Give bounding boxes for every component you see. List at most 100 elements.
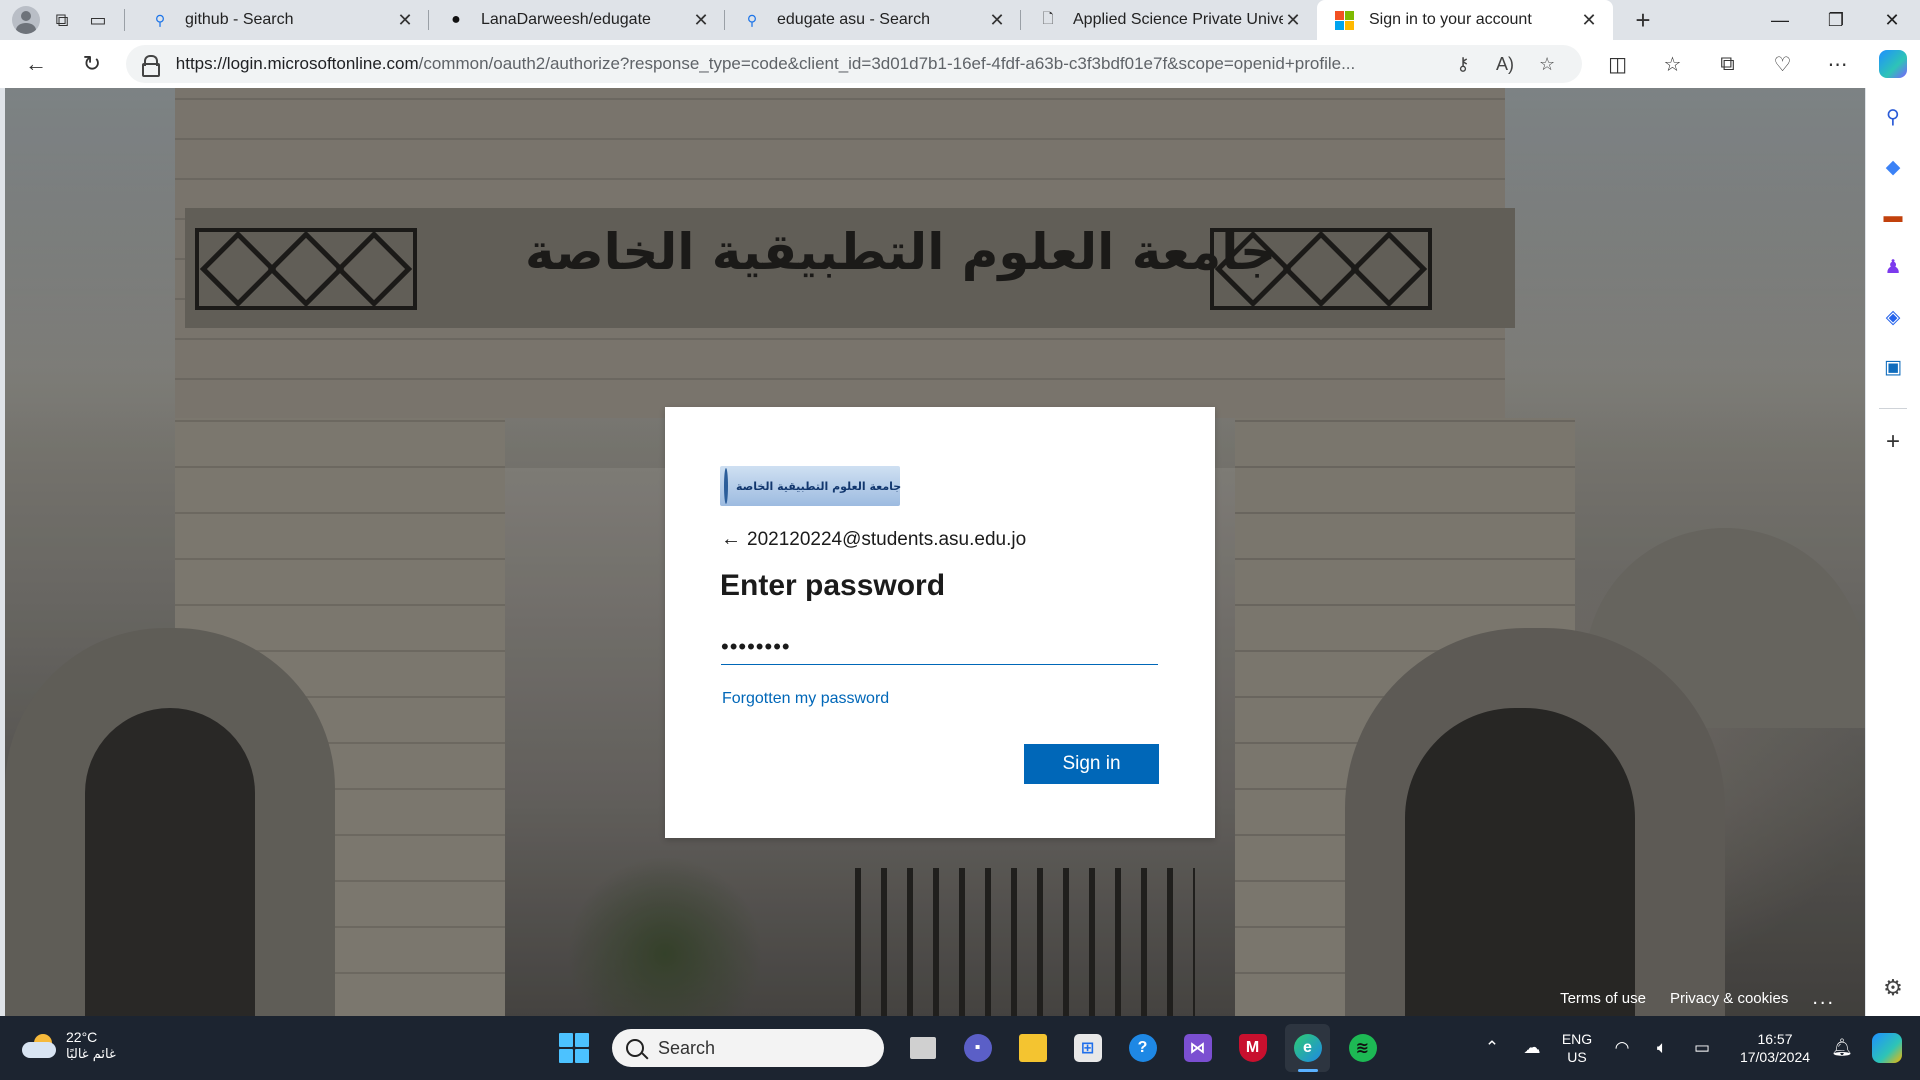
browser-toolbar: ← ↻ https://login.microsoftonline.com/co… [0, 40, 1920, 88]
settings-gear-icon[interactable]: ⚙ [1873, 968, 1913, 1008]
store-button[interactable]: ⊞ [1065, 1024, 1110, 1072]
date: 17/03/2024 [1739, 1049, 1811, 1065]
forgot-password-link[interactable]: Forgotten my password [722, 690, 889, 708]
file-explorer-button[interactable] [1010, 1024, 1055, 1072]
close-window-icon[interactable]: ✕ [1864, 0, 1920, 40]
browser-essentials-icon[interactable]: ♡ [1755, 46, 1810, 82]
close-tab-icon[interactable]: ✕ [691, 10, 711, 31]
onedrive-cloud-icon[interactable]: ☁ [1512, 1038, 1552, 1058]
task-view-icon [909, 1037, 936, 1059]
battery-icon[interactable]: ▭ [1682, 1038, 1722, 1058]
edge-icon: e [1293, 1034, 1322, 1062]
workspaces-icon[interactable]: ⧉ [44, 4, 80, 36]
wifi-icon[interactable]: ◠ [1602, 1038, 1642, 1058]
account-identity[interactable]: ← 202120224@students.asu.edu.jo [721, 528, 1026, 551]
close-tab-icon[interactable]: ✕ [1579, 10, 1599, 31]
notification-bell-icon[interactable]: 🔔︎ [1822, 1038, 1862, 1058]
github-icon: ● [451, 11, 461, 28]
minimize-icon[interactable]: — [1752, 0, 1808, 40]
edge-sidebar: ⚲ ◆ ▬ ♟ ◈ ▣ + ⚙ [1866, 88, 1920, 1016]
read-aloud-icon[interactable]: A) [1484, 54, 1526, 75]
url-text[interactable]: https://login.microsoftonline.com/common… [176, 54, 1442, 74]
favorite-star-icon[interactable]: ☆ [1526, 54, 1568, 75]
time: 16:57 [1757, 1031, 1793, 1047]
language-code: ENG [1561, 1031, 1593, 1047]
task-view-button[interactable] [900, 1024, 945, 1072]
terms-of-use-link[interactable]: Terms of use [1560, 990, 1646, 1007]
page-title: Enter password [720, 569, 946, 602]
shield-icon: M [1238, 1034, 1267, 1062]
more-menu-icon[interactable]: ⋯ [1810, 46, 1865, 82]
password-field[interactable] [721, 629, 1158, 665]
teams-button[interactable]: ▪ [955, 1024, 1000, 1072]
weather-widget[interactable]: 22°C غائم غالبًا [22, 1028, 116, 1064]
games-icon[interactable]: ♟ [1873, 242, 1913, 292]
refresh-icon[interactable]: ↻ [70, 46, 114, 82]
folder-icon [1018, 1034, 1047, 1062]
keyboard-region: US [1567, 1049, 1587, 1065]
url-path: /common/oauth2/authorize?response_type=c… [418, 54, 1356, 73]
tab-sign-in[interactable]: Sign in to your account ✕ [1317, 0, 1613, 40]
tab-strip: ⧉ ▭ ⚲ github - Search ✕ ● LanaDarweesh/e… [0, 0, 1920, 40]
chevron-up-icon[interactable]: ⌃ [1472, 1038, 1512, 1058]
clock[interactable]: 16:57 17/03/2024 [1728, 1030, 1822, 1066]
close-tab-icon[interactable]: ✕ [987, 10, 1007, 31]
microsoft-icon [1334, 10, 1354, 30]
banner-text: جامعة العلوم التطبيقية الخاصة [736, 479, 902, 493]
tab-edugate-search[interactable]: ⚲ edugate asu - Search ✕ [725, 0, 1021, 40]
tab-title: edugate asu - Search [777, 11, 930, 28]
visual-studio-button[interactable]: ⋈ [1175, 1024, 1220, 1072]
copilot-button[interactable] [1865, 46, 1920, 82]
back-arrow-icon[interactable]: ← [721, 528, 747, 551]
page-content: جامعة العلوم التطبيقية الخاصة جامعة العل… [5, 88, 1865, 1016]
spotify-button[interactable]: ≋ [1340, 1024, 1385, 1072]
collections-icon[interactable]: ⧉ [1700, 46, 1755, 82]
split-screen-icon[interactable]: ◫ [1590, 46, 1645, 82]
back-arrow-icon[interactable]: ← [14, 46, 58, 82]
close-tab-icon[interactable]: ✕ [395, 10, 415, 31]
visual-studio-icon: ⋈ [1183, 1034, 1212, 1062]
system-tray: ⌃ ☁ ENG US ◠ 🔈︎ ▭ 16:57 17/03/2024 🔔︎ [1472, 1016, 1920, 1080]
search-placeholder: Search [658, 1037, 716, 1058]
search-icon [626, 1039, 644, 1057]
volume-icon[interactable]: 🔈︎ [1642, 1038, 1682, 1058]
tab-actions-icon[interactable]: ▭ [80, 4, 116, 36]
close-tab-icon[interactable]: ✕ [1283, 10, 1303, 31]
tab-github-search[interactable]: ⚲ github - Search ✕ [133, 0, 429, 40]
help-button[interactable]: ? [1120, 1024, 1165, 1072]
search-icon: ⚲ [746, 11, 758, 28]
privacy-link[interactable]: Privacy & cookies [1670, 990, 1788, 1007]
address-bar[interactable]: https://login.microsoftonline.com/common… [125, 45, 1583, 83]
tab-title: Applied Science Private Universit [1073, 11, 1283, 28]
tab-github-repo[interactable]: ● LanaDarweesh/edugate ✕ [429, 0, 725, 40]
profile-button[interactable] [8, 4, 44, 36]
mcafee-button[interactable]: M [1230, 1024, 1275, 1072]
search-icon: ⚲ [154, 11, 166, 28]
add-app-icon[interactable]: + [1873, 417, 1913, 467]
new-tab-button[interactable]: + [1619, 5, 1667, 36]
address-bar-actions: ⚷ A) ☆ [1442, 54, 1568, 75]
page-footer: Terms of use Privacy & cookies ... [1560, 987, 1835, 1010]
more-options-button[interactable]: ... [1812, 987, 1835, 1010]
tools-briefcase-icon[interactable]: ▬ [1873, 192, 1913, 242]
avatar-icon [12, 6, 40, 34]
university-seal-icon [724, 468, 728, 504]
window-controls: — ❐ ✕ [1752, 0, 1920, 40]
taskbar-search[interactable]: Search [612, 1029, 884, 1067]
temperature: 22°C [66, 1029, 98, 1045]
lock-icon[interactable] [140, 54, 160, 77]
sign-in-button[interactable]: Sign in [1024, 744, 1159, 784]
restore-icon[interactable]: ❐ [1808, 0, 1864, 40]
microsoft365-icon[interactable]: ◈ [1873, 292, 1913, 342]
language-indicator[interactable]: ENG US [1552, 1030, 1602, 1066]
password-key-icon[interactable]: ⚷ [1442, 54, 1484, 75]
outlook-icon[interactable]: ▣ [1873, 342, 1913, 392]
shopping-tag-icon[interactable]: ◆ [1873, 142, 1913, 192]
document-icon: 🗋 [1042, 10, 1054, 26]
edge-button[interactable]: e [1285, 1024, 1330, 1072]
copilot-icon[interactable] [1872, 1033, 1902, 1063]
search-icon[interactable]: ⚲ [1873, 92, 1913, 142]
favorites-icon[interactable]: ☆ [1645, 46, 1700, 82]
tab-applied-science[interactable]: 🗋 Applied Science Private Universit ✕ [1021, 0, 1317, 40]
start-button[interactable] [552, 1026, 596, 1070]
